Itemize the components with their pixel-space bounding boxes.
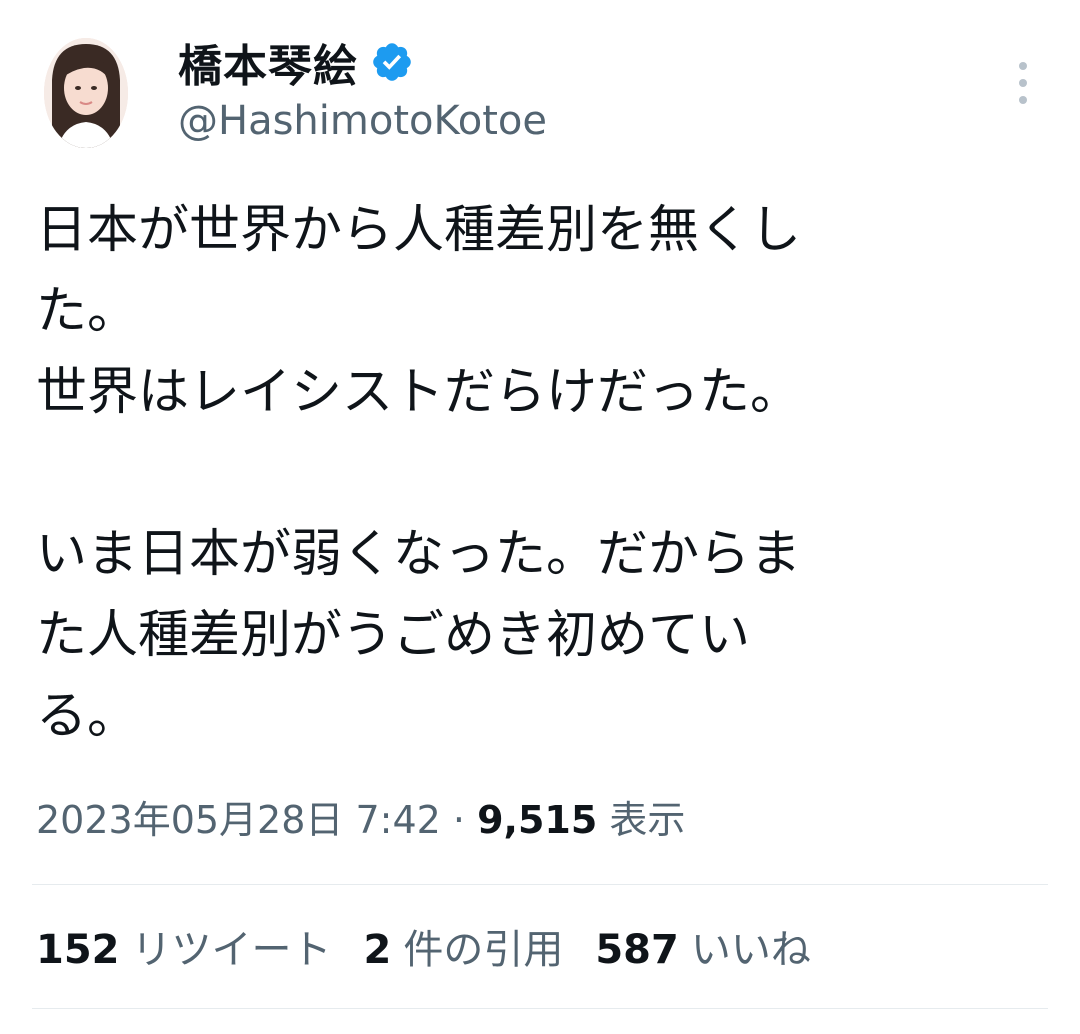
- tweet-timestamp[interactable]: 2023年05月28日 7:42: [36, 798, 441, 842]
- divider: [32, 884, 1048, 885]
- retweets-count: 152: [36, 927, 120, 973]
- more-dot: [1019, 79, 1027, 87]
- tweet-text-line: た。: [36, 282, 139, 341]
- more-dot: [1019, 62, 1027, 70]
- tweet-text-line: た人種差別がうごめき初めてい: [36, 606, 751, 665]
- likes-stat[interactable]: 587 いいね: [595, 920, 811, 980]
- likes-label: いいね: [690, 927, 811, 973]
- likes-count: 587: [595, 927, 679, 973]
- meta-separator: ·: [452, 798, 466, 842]
- retweets-label: リツイート: [131, 927, 332, 973]
- retweets-stat[interactable]: 152 リツイート: [36, 920, 332, 980]
- verified-badge-icon[interactable]: [370, 40, 414, 84]
- tweet-meta: 2023年05月28日 7:42 · 9,515 表示: [36, 790, 685, 850]
- author-display-name[interactable]: 橋本琴絵: [178, 30, 358, 94]
- tweet-text: 日本が世界から人種差別を無くし た。 世界はレイシストだらけだった。 いま日本が…: [36, 190, 1046, 757]
- engagement-stats: 152 リツイート 2 件の引用 587 いいね: [36, 920, 843, 980]
- avatar[interactable]: [44, 38, 128, 148]
- tweet-text-line: [36, 433, 1046, 514]
- more-dot: [1019, 96, 1027, 104]
- views-label: 表示: [609, 798, 686, 842]
- author-name-row: 橋本琴絵: [178, 30, 414, 94]
- author-handle[interactable]: @HashimotoKotoe: [178, 98, 547, 144]
- more-options-icon[interactable]: [1008, 62, 1038, 104]
- views-count: 9,515: [477, 798, 598, 842]
- quotes-label: 件の引用: [403, 927, 564, 973]
- quotes-count: 2: [363, 927, 392, 973]
- tweet-text-line: 日本が世界から人種差別を無くし: [36, 201, 802, 260]
- tweet-text-line: いま日本が弱くなった。だからま: [36, 525, 802, 584]
- quotes-stat[interactable]: 2 件の引用: [364, 920, 564, 980]
- divider: [32, 1008, 1048, 1009]
- tweet-text-line: 世界はレイシストだらけだった。: [36, 363, 802, 422]
- tweet-text-line: る。: [36, 687, 139, 746]
